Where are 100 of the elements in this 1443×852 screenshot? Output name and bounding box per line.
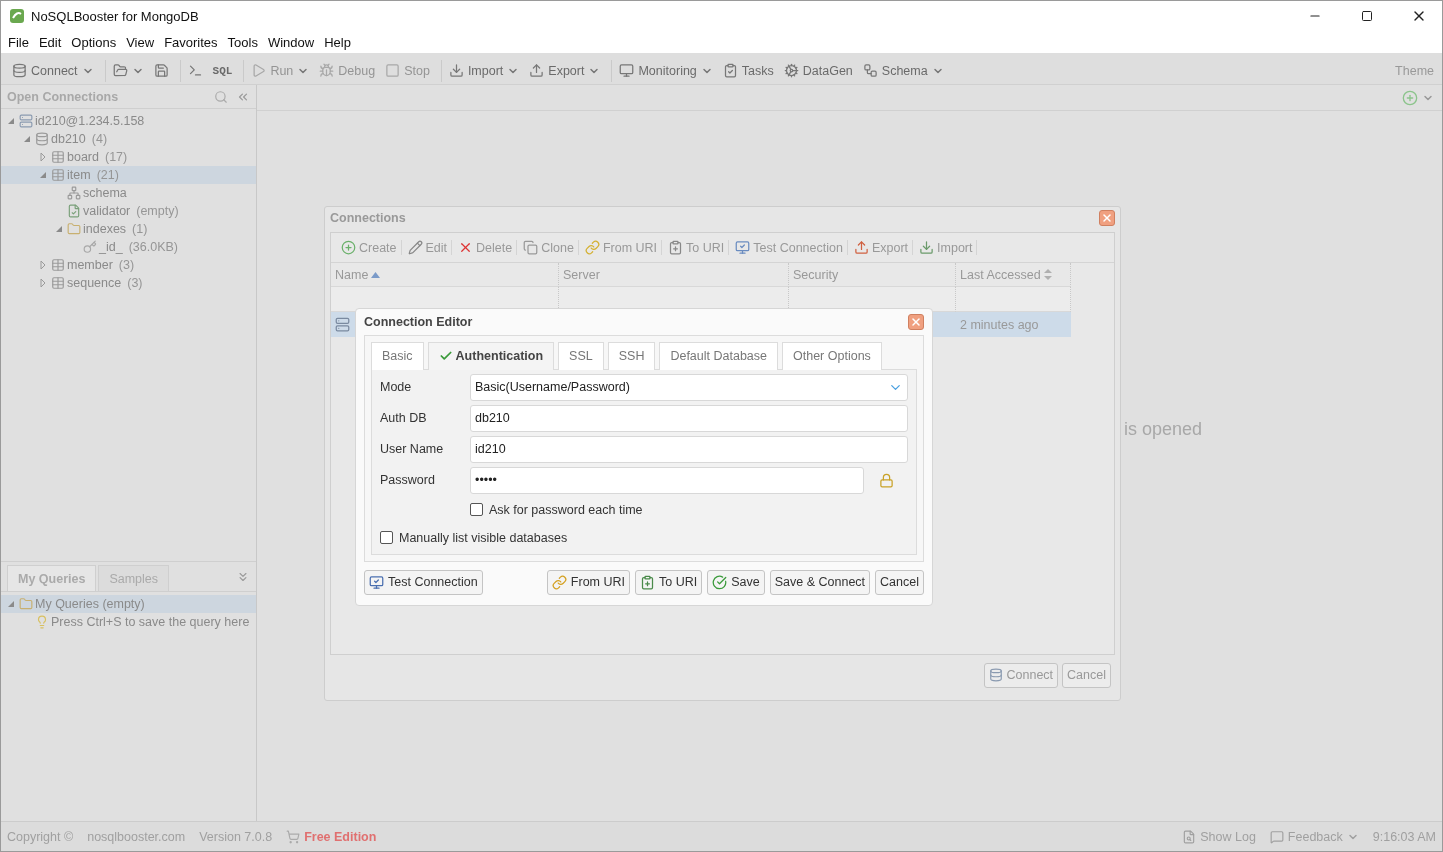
maximize-icon [1361, 10, 1373, 22]
field-label: Password [380, 473, 436, 488]
tab[interactable]: Basic [371, 341, 424, 370]
tree-item[interactable]: board (17) [1, 148, 256, 166]
toolbar-button[interactable]: Test Connection [731, 240, 848, 255]
toolbar-button[interactable]: Monitoring [616, 59, 716, 82]
monitor-icon [369, 574, 384, 590]
speech-bubble-icon [1269, 829, 1284, 844]
tree-item[interactable]: item (21) [1, 166, 256, 184]
dialog-button[interactable]: Cancel [1062, 662, 1111, 688]
toolbar-button[interactable]: Schema [859, 59, 947, 82]
query-tab[interactable]: My Queries [7, 565, 97, 591]
menu-item[interactable]: Edit [33, 34, 67, 50]
expanded-arrow-icon[interactable] [7, 600, 15, 608]
toolbar-button[interactable]: Clone [519, 240, 579, 255]
clipboard-icon [722, 63, 738, 78]
key-icon [83, 240, 97, 254]
toolbar-button[interactable]: Import [915, 240, 978, 255]
toolbar-button[interactable]: From URI [580, 240, 663, 255]
tree-item[interactable]: Press Ctrl+S to save the query here [1, 613, 256, 631]
tree-item[interactable]: indexes (1) [1, 220, 256, 238]
plus-icon[interactable] [1402, 89, 1418, 106]
menu-item[interactable]: Tools [222, 34, 263, 50]
tree-count: (3) [118, 258, 135, 272]
column-title: Last Accessed [960, 267, 1041, 282]
dialog-button[interactable]: Test Connection [364, 569, 483, 595]
tree-item[interactable]: sequence (3) [1, 274, 256, 292]
mode-select[interactable]: Basic(Username/Password) [470, 373, 908, 401]
show-log-link[interactable]: Show Log [1200, 829, 1256, 844]
tab[interactable]: SSH [607, 341, 656, 370]
tab[interactable]: SSL [558, 341, 604, 370]
toolbar-button[interactable]: Create [337, 240, 402, 255]
toolbar-button[interactable]: Delete [454, 240, 518, 255]
tab[interactable]: Authentication [427, 341, 555, 370]
tree-item[interactable]: db210 (4) [1, 130, 256, 148]
lock-icon[interactable] [878, 472, 894, 488]
expanded-arrow-icon[interactable] [7, 117, 15, 125]
dialog-button[interactable]: Save [707, 569, 765, 595]
expanded-arrow-icon[interactable] [39, 171, 47, 179]
toolbar-button[interactable]: DataGen [780, 59, 856, 82]
menu-item[interactable]: Window [262, 34, 320, 50]
toolbar-button[interactable]: Tasks [719, 59, 777, 82]
log-icon [1182, 829, 1197, 844]
close-button[interactable] [1099, 210, 1115, 226]
toolbar-button[interactable]: Connect [9, 59, 97, 82]
tree-count: (empty) [136, 204, 179, 218]
checkbox[interactable] [470, 503, 483, 517]
tree-item[interactable]: _id_ (36.0KB) [1, 238, 256, 256]
tab[interactable]: Other Options [782, 341, 882, 370]
menu-item[interactable]: Favorites [159, 34, 223, 50]
expanded-arrow-icon[interactable] [55, 225, 63, 233]
tree-item[interactable]: validator (empty) [1, 202, 256, 220]
version-text: Version 7.0.8 [199, 829, 273, 844]
toolbar-button[interactable]: To URI [664, 240, 730, 255]
tree-item[interactable]: member (3) [1, 256, 256, 274]
expanded-arrow-icon[interactable] [23, 135, 31, 143]
checkbox[interactable] [380, 531, 393, 545]
menu-item[interactable]: View [121, 34, 160, 50]
check-icon [712, 574, 728, 590]
search-icon[interactable] [214, 89, 228, 104]
dialog-button[interactable]: Connect [983, 662, 1059, 688]
database-icon [988, 668, 1003, 682]
tree-item[interactable]: My Queries (empty) [1, 595, 256, 613]
checkbox-label: Ask for password each time [489, 502, 643, 517]
server-icon [19, 114, 33, 128]
dialog-button[interactable]: Cancel [875, 569, 924, 595]
toolbar-button[interactable]: SQL [209, 59, 236, 82]
collapsed-arrow-icon[interactable] [39, 261, 47, 269]
tab[interactable]: Default Database [659, 341, 778, 370]
field-label: Auth DB [380, 411, 428, 426]
dialog-button[interactable]: From URI [546, 569, 631, 595]
schema-icon [67, 186, 81, 200]
toolbar-button[interactable]: Export [849, 240, 914, 255]
clipboard-icon [668, 240, 684, 255]
toolbar-button[interactable]: Import [445, 59, 523, 82]
edition-link[interactable]: Free Edition [304, 829, 377, 844]
theme-label[interactable]: Theme [1395, 63, 1438, 78]
tree-item[interactable]: schema [1, 184, 256, 202]
website-link[interactable]: nosqlbooster.com [87, 829, 186, 844]
dialog-button[interactable]: To URI [635, 569, 703, 595]
dialog-button[interactable]: Save & Connect [769, 569, 871, 595]
password-field[interactable]: ••••• [470, 466, 864, 494]
checkbox-label: Manually list visible databases [399, 530, 568, 545]
close-button[interactable] [908, 313, 924, 330]
menu-item[interactable]: File [3, 34, 34, 50]
server-icon [335, 317, 350, 332]
menu-item[interactable]: Options [66, 34, 122, 50]
lightbulb-icon [35, 615, 49, 629]
toolbar-button[interactable]: Export [526, 59, 604, 82]
filter-cell[interactable] [956, 287, 1071, 312]
input-field[interactable]: db210 [470, 404, 908, 432]
link-icon [551, 574, 567, 590]
input-field[interactable]: id210 [470, 435, 908, 463]
feedback-link[interactable]: Feedback [1287, 829, 1343, 844]
collapsed-arrow-icon[interactable] [39, 153, 47, 161]
tree-label: _id_ [99, 240, 123, 254]
collapsed-arrow-icon[interactable] [39, 279, 47, 287]
menu-item[interactable]: Help [319, 34, 356, 50]
tree-item[interactable]: id210@1.234.5.158 [1, 112, 256, 130]
toolbar-button[interactable]: Edit [403, 240, 453, 255]
